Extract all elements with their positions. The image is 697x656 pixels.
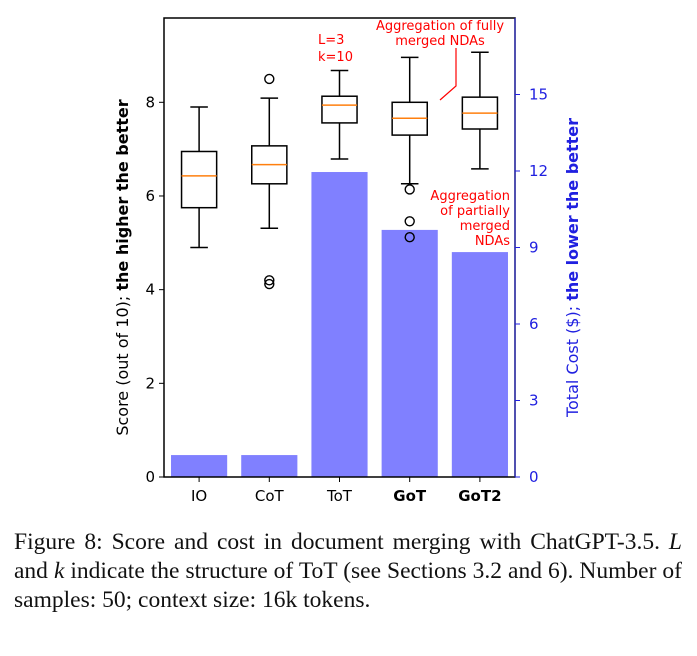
left-tick-label: 0 — [145, 468, 155, 486]
right-axis-label-bold: the lower the better — [563, 118, 582, 301]
chart: 0 2 4 6 8 0 3 6 9 12 15 IO CoT ToT GoT GoT2 Score (ou… — [113, 17, 582, 505]
caption-var-k: k — [53, 558, 65, 584]
annotation-fully-merged-line1: Aggregation of fully — [376, 19, 504, 34]
caption-prefix: Figure 8: Score and cost in document mer… — [14, 529, 669, 555]
annotation-fully-merged-line2: merged NDAs — [395, 34, 485, 49]
box-got2 — [461, 51, 499, 170]
left-tick-label: 6 — [145, 187, 155, 205]
x-tick-label-got2: GoT2 — [458, 487, 501, 505]
annotation-fully-merged-leader — [439, 48, 457, 101]
annotation-tot-L: L=3 — [318, 33, 344, 48]
figure-caption: Figure 8: Score and cost in document mer… — [14, 528, 682, 615]
caption-var-L: L — [668, 529, 682, 555]
left-axis: 0 2 4 6 8 — [145, 93, 164, 486]
right-tick-label: 0 — [529, 468, 539, 486]
box-cot — [251, 73, 288, 290]
left-axis-label-plain: Score (out of 10); — [113, 291, 132, 436]
right-tick-label: 12 — [529, 162, 548, 180]
flier-point — [404, 216, 415, 227]
flier-point — [404, 184, 415, 195]
cost-bar-tot — [311, 172, 368, 477]
cost-bar-io — [171, 455, 228, 477]
box-iqr — [321, 95, 358, 124]
right-axis-label: Total Cost ($); the lower the better — [563, 118, 582, 418]
cost-bar-got2 — [451, 252, 508, 477]
caption-and: and — [14, 558, 54, 584]
left-axis-label-bold: the higher the better — [113, 99, 132, 290]
right-tick-label: 9 — [529, 239, 539, 257]
right-axis: 0 3 6 9 12 15 — [514, 18, 548, 486]
box-tot — [321, 69, 358, 160]
right-axis-label-plain: Total Cost ($); — [563, 301, 582, 418]
x-tick-label-io: IO — [191, 487, 207, 505]
right-tick-label: 3 — [529, 392, 539, 410]
box-got — [391, 56, 428, 243]
annotation-partial-line3: merged — [460, 219, 510, 234]
annotation-tot-k: k=10 — [318, 50, 353, 65]
x-tick-label-tot: ToT — [326, 487, 353, 505]
left-tick-label: 8 — [145, 93, 155, 111]
x-tick-label-got: GoT — [393, 487, 427, 505]
annotation-partial-line4: NDAs — [475, 234, 510, 249]
x-tick-label-cot: CoT — [255, 487, 285, 505]
left-tick-label: 4 — [145, 281, 155, 299]
annotation-partial-line2: of partially — [440, 204, 510, 219]
cost-bar-cot — [241, 455, 298, 477]
box-io — [180, 106, 218, 249]
caption-suffix: indicate the structure of ToT (see Secti… — [14, 558, 682, 613]
flier-point — [264, 73, 275, 85]
left-tick-label: 2 — [145, 374, 155, 392]
x-axis: IO CoT ToT GoT GoT2 — [191, 477, 502, 505]
right-tick-label: 15 — [529, 86, 548, 104]
left-axis-label: Score (out of 10); the higher the better — [113, 99, 132, 435]
annotation-partial-line1: Aggregation — [430, 189, 510, 204]
cost-bar-got — [381, 229, 438, 477]
box-iqr — [180, 150, 218, 209]
right-tick-label: 6 — [529, 315, 539, 333]
